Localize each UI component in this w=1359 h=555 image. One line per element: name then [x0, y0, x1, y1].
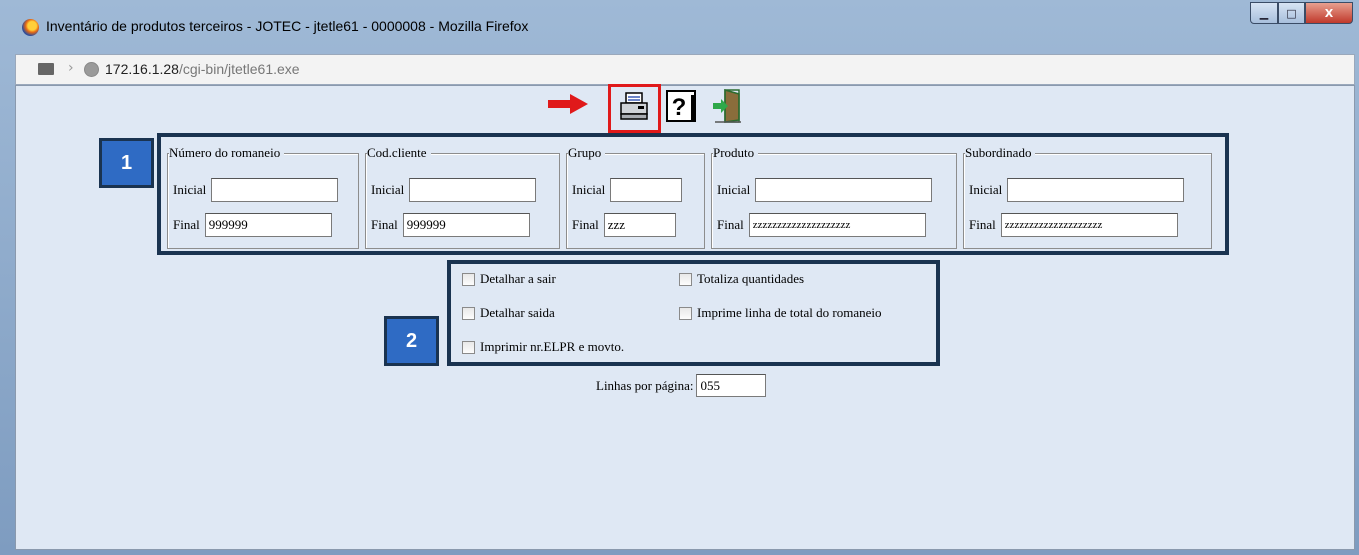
- filter-title: Cod.cliente: [367, 145, 431, 161]
- filter-produto: Produto Inicial Final: [711, 141, 957, 249]
- red-arrow-icon: [548, 94, 588, 114]
- filter-cod-cliente: Cod.cliente Inicial Final: [365, 141, 560, 249]
- option-detalhar-saida[interactable]: Detalhar saida: [462, 305, 555, 321]
- url-host: 172.16.1.28: [105, 61, 179, 77]
- inicial-label: Inicial: [572, 182, 606, 197]
- filter-title: Número do romaneio: [169, 145, 285, 161]
- filter-final-row: Final: [572, 213, 676, 237]
- option-totaliza-quantidades[interactable]: Totaliza quantidades: [679, 271, 804, 287]
- detalhar-a-sair-checkbox[interactable]: [462, 272, 475, 286]
- window-controls: ▁ □ X: [1250, 2, 1353, 24]
- filter-title: Grupo: [568, 145, 606, 161]
- maximize-button[interactable]: □: [1278, 2, 1305, 24]
- final-label: Final: [717, 217, 744, 232]
- filter-final-row: Final: [717, 213, 926, 237]
- imprimir-nr-elpr-checkbox[interactable]: [462, 340, 475, 354]
- url-path: /cgi-bin/jtetle61.exe: [178, 61, 300, 77]
- badge-1: 1: [99, 138, 154, 188]
- browser-window: Inventário de produtos terceiros - JOTEC…: [0, 0, 1359, 555]
- filter-inicial-row: Inicial: [969, 178, 1185, 202]
- final-label: Final: [969, 217, 996, 232]
- svg-text:?: ?: [672, 94, 687, 121]
- cod-cliente-inicial-input[interactable]: [409, 178, 537, 202]
- final-label: Final: [173, 217, 200, 232]
- linhas-por-pagina: Linhas por página:: [596, 374, 767, 397]
- detalhar-saida-checkbox[interactable]: [462, 306, 475, 320]
- globe-icon[interactable]: [84, 62, 99, 77]
- firefox-icon: [22, 19, 39, 36]
- filter-title: Produto: [713, 145, 759, 161]
- url-text[interactable]: 172.16.1.28/cgi-bin/jtetle61.exe: [105, 61, 300, 77]
- linhas-por-pagina-label: Linhas por página:: [596, 377, 694, 393]
- imprime-linha-total-checkbox[interactable]: [679, 306, 692, 320]
- filter-numero-romaneio: Número do romaneio Inicial Final: [167, 141, 359, 249]
- grupo-final-input[interactable]: [603, 213, 676, 237]
- filter-grupo: Grupo Inicial Final: [566, 141, 705, 249]
- final-label: Final: [572, 217, 599, 232]
- option-label: Detalhar a sair: [480, 271, 556, 286]
- filter-inicial-row: Inicial: [371, 178, 537, 202]
- badge-2: 2: [384, 316, 439, 366]
- help-icon[interactable]: ?: [665, 88, 697, 124]
- linhas-por-pagina-input[interactable]: [696, 374, 767, 397]
- window-title: Inventário de produtos terceiros - JOTEC…: [46, 18, 529, 34]
- title-bar: Inventário de produtos terceiros - JOTEC…: [0, 0, 1359, 40]
- option-imprimir-nr-elpr[interactable]: Imprimir nr.ELPR e movto.: [462, 339, 624, 355]
- filter-inicial-row: Inicial: [173, 178, 339, 202]
- produto-final-input[interactable]: [748, 213, 926, 237]
- inicial-label: Inicial: [717, 182, 751, 197]
- grupo-inicial-input[interactable]: [610, 178, 683, 202]
- subordinado-final-input[interactable]: [1000, 213, 1178, 237]
- option-label: Imprime linha de total do romaneio: [697, 305, 882, 320]
- filter-inicial-row: Inicial: [717, 178, 933, 202]
- inicial-label: Inicial: [173, 182, 207, 197]
- totaliza-quantidades-checkbox[interactable]: [679, 272, 692, 286]
- printer-icon[interactable]: [618, 88, 650, 124]
- close-button[interactable]: X: [1305, 2, 1353, 24]
- filter-final-row: Final: [173, 213, 332, 237]
- filter-subordinado: Subordinado Inicial Final: [963, 141, 1212, 249]
- filter-final-row: Final: [371, 213, 530, 237]
- minimize-button[interactable]: ▁: [1250, 2, 1278, 24]
- chevron-right-icon: ›: [68, 60, 74, 76]
- subordinado-inicial-input[interactable]: [1007, 178, 1185, 202]
- option-label: Totaliza quantidades: [697, 271, 805, 286]
- inicial-label: Inicial: [969, 182, 1003, 197]
- filters-row: Número do romaneio Inicial Final Cod.cli…: [167, 141, 1212, 249]
- filter-title: Subordinado: [965, 145, 1036, 161]
- inicial-label: Inicial: [371, 182, 405, 197]
- produto-inicial-input[interactable]: [755, 178, 933, 202]
- numero-romaneio-inicial-input[interactable]: [211, 178, 339, 202]
- option-detalhar-a-sair[interactable]: Detalhar a sair: [462, 271, 556, 287]
- option-imprime-linha-total[interactable]: Imprime linha de total do romaneio: [679, 305, 881, 321]
- exit-icon[interactable]: [711, 88, 743, 124]
- final-label: Final: [371, 217, 398, 232]
- filter-inicial-row: Inicial: [572, 178, 683, 202]
- filter-final-row: Final: [969, 213, 1178, 237]
- tab-group-icon[interactable]: [38, 63, 54, 75]
- address-bar[interactable]: › 172.16.1.28/cgi-bin/jtetle61.exe: [15, 54, 1355, 85]
- option-label: Imprimir nr.ELPR e movto.: [480, 339, 625, 354]
- numero-romaneio-final-input[interactable]: [204, 213, 332, 237]
- option-label: Detalhar saida: [480, 305, 555, 320]
- cod-cliente-final-input[interactable]: [402, 213, 530, 237]
